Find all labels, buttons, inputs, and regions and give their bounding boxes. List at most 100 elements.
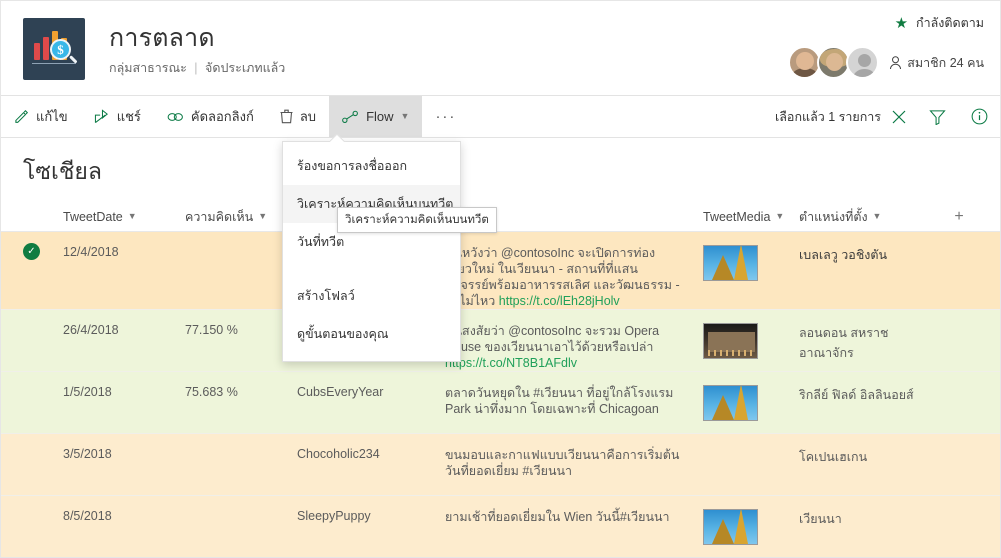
star-icon: ★ — [894, 14, 909, 32]
checkmark-icon: ✓ — [23, 243, 40, 260]
cell-location: โคเปนเฮเกน — [799, 450, 868, 464]
media-thumbnail[interactable] — [703, 323, 758, 359]
menu-item-tooltip: วิเคราะห์ความคิดเห็นบนทวีต — [337, 207, 497, 233]
tweet-link[interactable]: https://t.co/NT8B1AFdlv — [445, 356, 577, 370]
media-thumbnail[interactable] — [703, 245, 758, 281]
row-select-cell[interactable] — [23, 310, 63, 321]
cell-date: 26/4/2018 — [63, 323, 119, 337]
info-button[interactable] — [958, 96, 1000, 137]
row-select-cell[interactable] — [23, 372, 63, 383]
flow-label: Flow — [366, 109, 394, 124]
site-classification-label: จัดประเภทแล้ว — [205, 61, 286, 75]
edit-button[interactable]: แก้ไข — [1, 96, 81, 137]
menu-item-create-flow[interactable]: สร้างโฟลว์ — [283, 277, 460, 315]
cell-handle: SleepyPuppy — [297, 509, 371, 523]
members-block[interactable]: สมาชิก 24 คน — [788, 46, 984, 79]
close-icon[interactable] — [892, 110, 906, 124]
add-column-button[interactable]: + — [939, 208, 979, 226]
cell-tweet-text: ฉันสงสัยว่า @contosoInc จะรวม Opera Hous… — [445, 310, 691, 371]
chevron-down-icon: ▼ — [258, 211, 268, 221]
follow-button[interactable]: ★ กำลังติดตาม — [788, 13, 984, 33]
filter-button[interactable] — [916, 96, 958, 137]
column-header-location[interactable]: ตำแหน่งที่ตั้ง ▼ — [799, 207, 939, 227]
cell-location: เบลเลวู วอชิงตัน — [799, 248, 888, 262]
site-header: $ การตลาด กลุ่มสาธารณะ | จัดประเภทแล้ว ★… — [1, 1, 1000, 96]
media-thumbnail[interactable] — [703, 385, 758, 421]
cell-location: ลอนดอน สหราชอาณาจักร — [799, 326, 889, 360]
tweet-body: ตลาดวันหยุดใน #เวียนนา ที่อยู่ใกล้โรงแรม… — [445, 386, 674, 416]
column-header-sentiment[interactable]: ความคิดเห็น ▼ — [185, 207, 297, 227]
column-header-tweetdate[interactable]: TweetDate ▼ — [63, 210, 185, 224]
avatar[interactable] — [846, 46, 880, 79]
table-row[interactable]: ✓ 12/4/2018 ฉันหวังว่า @contosoInc จะเปิ… — [1, 232, 1000, 310]
row-spacer — [939, 310, 979, 323]
cell-sentiment: 75.683 % — [185, 385, 238, 399]
copy-link-label: คัดลอกลิงก์ — [190, 109, 254, 124]
flow-icon — [342, 110, 358, 123]
column-label: TweetMedia — [703, 209, 771, 224]
table-row[interactable]: 1/5/2018 75.683 % CubsEveryYear ตลาดวันห… — [1, 372, 1000, 434]
cell-location: เวียนนา — [799, 512, 842, 526]
cell-date: 3/5/2018 — [63, 447, 112, 461]
cell-date: 1/5/2018 — [63, 385, 112, 399]
magnifier-dollar-icon: $ — [50, 39, 71, 60]
share-label: แชร์ — [116, 109, 141, 124]
row-select-cell[interactable] — [23, 434, 63, 445]
row-select-cell[interactable] — [23, 496, 63, 507]
table-row[interactable]: 3/5/2018 Chocoholic234 ขนมอบและกาแฟแบบเว… — [1, 434, 1000, 496]
site-subtitle: กลุ่มสาธารณะ | จัดประเภทแล้ว — [109, 60, 285, 76]
menu-item-see-your-flows[interactable]: ดูขั้นตอนของคุณ — [283, 315, 460, 353]
menu-item-request-signoff[interactable]: ร้องขอการลงชื่อออก — [283, 147, 460, 185]
row-spacer — [939, 496, 979, 509]
grid-header-row: TweetDate ▼ ความคิดเห็น ▼ วันที่ทวีต ▼ T… — [1, 202, 1000, 232]
cell-sentiment — [185, 232, 297, 245]
link-icon — [167, 112, 183, 121]
delete-label: ลบ — [299, 109, 317, 124]
chevron-down-icon: ▼ — [872, 211, 882, 221]
command-bar: แก้ไข แชร์ คัดลอกลิงก์ ลบ Flow ▼ ··· เลื… — [1, 96, 1000, 138]
share-icon — [94, 109, 108, 124]
chevron-down-icon: ▼ — [775, 211, 785, 221]
more-commands-button[interactable]: ··· — [422, 96, 469, 137]
share-button[interactable]: แชร์ — [81, 96, 154, 137]
copy-link-button[interactable]: คัดลอกลิงก์ — [154, 96, 267, 137]
flow-dropdown-menu: ร้องขอการลงชื่อออก วิเคราะห์ความคิดเห็นบ… — [282, 134, 461, 362]
member-count[interactable]: สมาชิก 24 คน — [889, 53, 984, 73]
cell-date: 8/5/2018 — [63, 509, 112, 523]
flow-button[interactable]: Flow ▼ — [329, 96, 423, 137]
site-privacy-label: กลุ่มสาธารณะ — [109, 61, 187, 75]
list-title: โซเชียล — [23, 158, 103, 184]
site-logo-icon: $ — [23, 18, 85, 80]
table-row[interactable]: 8/5/2018 SleepyPuppy ยามเช้าที่ยอดเยี่ยม… — [1, 496, 1000, 557]
cell-media — [691, 496, 799, 545]
dollar-glyph: $ — [57, 41, 64, 57]
tweet-link[interactable]: https://t.co/lEh28jHolv — [499, 294, 620, 308]
row-spacer — [939, 372, 979, 385]
column-header-tweetmedia[interactable]: TweetMedia ▼ — [691, 210, 799, 224]
subtitle-divider: | — [194, 61, 198, 75]
filter-icon — [928, 109, 946, 125]
member-count-label: สมาชิก 24 คน — [907, 55, 984, 70]
tweet-body: ฉันสงสัยว่า @contosoInc จะรวม Opera Hous… — [445, 324, 660, 354]
chevron-down-icon: ▼ — [127, 211, 137, 221]
info-icon — [971, 108, 987, 125]
row-select-cell[interactable]: ✓ — [23, 232, 63, 260]
person-icon — [890, 55, 902, 69]
row-spacer — [939, 232, 979, 245]
cell-media — [691, 434, 799, 447]
cell-tweet-text: ฉันหวังว่า @contosoInc จะเปิดการท่องเที่… — [445, 232, 691, 309]
cell-tweet-text: ยามเช้าที่ยอดเยี่ยมใน Wien วันนี้#เวียนน… — [445, 496, 691, 525]
cell-date: 12/4/2018 — [63, 245, 119, 259]
edit-label: แก้ไข — [36, 109, 68, 124]
page-title: การตลาด — [109, 24, 215, 52]
cell-handle: Chocoholic234 — [297, 447, 380, 461]
media-thumbnail[interactable] — [703, 509, 758, 545]
tweet-body: ยามเช้าที่ยอดเยี่ยมใน Wien วันนี้#เวียนน… — [445, 510, 670, 524]
cell-tweet-text: ขนมอบและกาแฟแบบเวียนนาคือการเริ่มต้นวันท… — [445, 434, 691, 479]
cell-media — [691, 372, 799, 421]
table-row[interactable]: 26/4/2018 77.150 % MozartFan3458 ฉันสงสั… — [1, 310, 1000, 372]
cell-sentiment — [185, 496, 297, 509]
delete-button[interactable]: ลบ — [267, 96, 329, 137]
header-right-block: ★ กำลังติดตาม สมาชิก 24 คน — [788, 13, 984, 79]
trash-icon — [280, 109, 293, 124]
